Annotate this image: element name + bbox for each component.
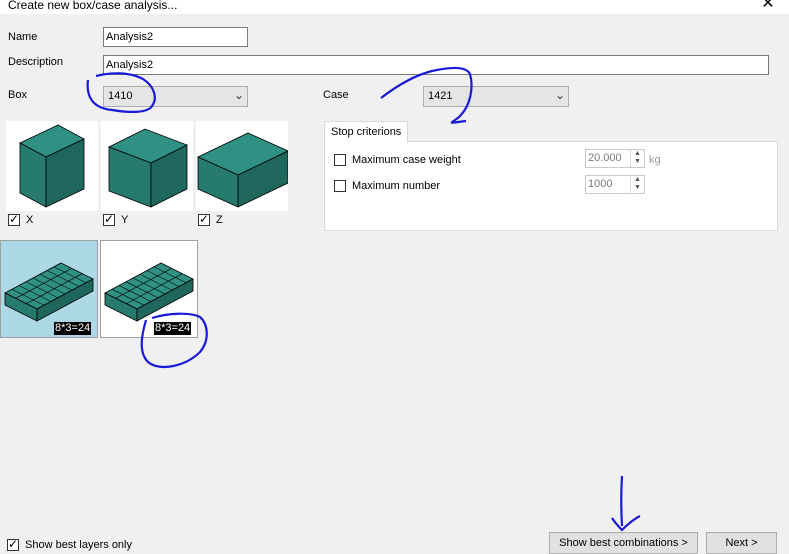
close-icon[interactable]: ✕ — [757, 0, 779, 13]
spin-arrows-icon[interactable]: ▲ ▼ — [630, 150, 644, 167]
orientation-y-image[interactable] — [101, 121, 193, 211]
chevron-down-icon: ⌄ — [554, 88, 565, 102]
show-best-layers-label: Show best layers only — [25, 539, 132, 551]
max-weight-value: 20.000 — [588, 152, 622, 164]
max-number-label: Maximum number — [352, 180, 441, 192]
max-number-checkbox[interactable] — [334, 180, 346, 192]
spin-down-icon[interactable]: ▼ — [634, 184, 641, 191]
spin-up-icon[interactable]: ▲ — [634, 176, 641, 183]
box-select-value: 1410 — [108, 90, 133, 102]
case-select[interactable]: 1421 ⌄ — [423, 86, 569, 107]
max-weight-unit: kg — [649, 154, 661, 166]
max-weight-spinner[interactable]: 20.000 ▲ ▼ — [585, 149, 645, 168]
orientation-z-label: Z — [216, 214, 223, 226]
next-button[interactable]: Next > — [706, 532, 777, 554]
max-weight-checkbox[interactable] — [334, 154, 346, 166]
orientation-y-checkbox[interactable] — [103, 212, 115, 226]
orientation-x-image[interactable] — [6, 121, 98, 211]
chevron-down-icon: ⌄ — [233, 88, 244, 102]
spin-arrows-icon[interactable]: ▲ ▼ — [630, 176, 644, 193]
case-label: Case — [323, 89, 349, 101]
layer-caption: 8*3=24 — [54, 322, 92, 335]
spin-down-icon[interactable]: ▼ — [634, 158, 641, 165]
max-weight-label: Maximum case weight — [352, 154, 461, 166]
max-number-spinner[interactable]: 1000 ▲ ▼ — [585, 175, 645, 194]
description-input[interactable]: Analysis2 — [103, 55, 769, 75]
layer-option-2[interactable]: 8*3=24 — [100, 240, 198, 338]
show-best-layers-checkbox[interactable] — [7, 537, 19, 551]
name-label: Name — [8, 31, 38, 43]
orientation-y-label: Y — [121, 214, 129, 226]
orientation-z-checkbox[interactable] — [198, 212, 210, 226]
description-label: Description — [8, 56, 64, 68]
box-x-icon — [19, 124, 85, 208]
box-z-icon — [197, 132, 289, 208]
orientation-z-image[interactable] — [196, 121, 289, 211]
case-select-value: 1421 — [428, 90, 453, 102]
tab-stop-criterions[interactable]: Stop criterions — [324, 121, 408, 143]
arrow-annotation-icon — [620, 475, 624, 527]
tab-stop-criterions-label: Stop criterions — [331, 126, 402, 138]
layer-caption: 8*3=24 — [154, 322, 192, 335]
box-y-icon — [108, 128, 188, 208]
show-best-combinations-button[interactable]: Show best combinations > — [549, 532, 698, 554]
spin-up-icon[interactable]: ▲ — [634, 150, 641, 157]
orientation-x-checkbox[interactable] — [8, 212, 20, 226]
name-input[interactable]: Analysis2 — [103, 27, 248, 47]
layer-option-1[interactable]: 8*3=24 — [0, 240, 98, 338]
box-select[interactable]: 1410 ⌄ — [103, 86, 248, 107]
orientation-x-label: X — [26, 214, 34, 226]
box-label: Box — [8, 89, 27, 101]
window-title: Create new box/case analysis... — [8, 0, 178, 12]
max-number-value: 1000 — [588, 178, 613, 190]
